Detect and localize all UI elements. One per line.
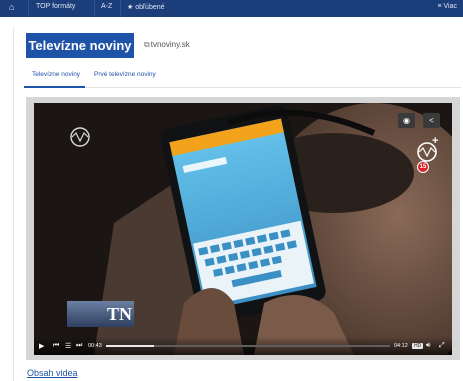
channel-logo: TN <box>67 301 134 327</box>
nav-item-a-z[interactable]: A-Z <box>101 3 112 10</box>
video-player[interactable]: ◉ < + 15 TN ▶ ⏮ ☰ ⏭ 00:43 04:12 HD 🔊︎ ⤢ <box>34 103 452 355</box>
show-tabs: Televízne noviny Prvé televízne noviny <box>24 67 461 88</box>
nav-divider <box>28 0 29 17</box>
fullscreen-icon[interactable]: ⤢ <box>439 342 445 350</box>
home-icon[interactable]: ⌂ <box>9 2 14 12</box>
active-tab-indicator <box>24 86 85 88</box>
player-controls-bar: ▶ ⏮ ☰ ⏭ 00:43 04:12 HD 🔊︎ ⤢ <box>34 337 452 355</box>
nav-item-oblubene[interactable]: ★ obľúbené <box>127 3 165 11</box>
nav-divider <box>120 0 121 17</box>
share-icon[interactable]: < <box>423 113 440 128</box>
external-link-icon: ⧉ <box>144 40 150 49</box>
playlist-icon[interactable]: ☰ <box>65 342 71 350</box>
eye-icon[interactable]: ◉ <box>398 113 415 128</box>
top-navigation-bar: ⌂ TOP formáty A-Z ★ obľúbené ≡ Viac <box>0 0 463 17</box>
current-time: 00:43 <box>88 343 102 349</box>
star-icon: ★ <box>127 4 134 11</box>
progress-bar[interactable] <box>106 345 390 347</box>
nav-more-menu[interactable]: ≡ Viac <box>437 3 457 10</box>
video-content-link[interactable]: Obsah videa <box>27 368 78 378</box>
next-icon[interactable]: ⏭ <box>76 342 82 350</box>
external-site-link[interactable]: ⧉tvnoviny.sk <box>144 40 190 50</box>
progress-fill <box>106 345 155 347</box>
add-to-favorites-plus-icon[interactable]: + <box>432 135 438 147</box>
tab-prve-televizne-noviny[interactable]: Prvé televízne noviny <box>94 71 156 78</box>
age-rating-badge: 15 <box>417 161 429 173</box>
nav-divider <box>94 0 95 17</box>
previous-icon[interactable]: ⏮ <box>53 342 59 350</box>
nav-item-oblubene-label: obľúbené <box>135 4 165 11</box>
quality-button[interactable]: HD <box>412 343 424 349</box>
play-icon[interactable]: ▶ <box>39 342 44 350</box>
nav-item-top-formaty[interactable]: TOP formáty <box>36 3 75 10</box>
show-title-badge[interactable]: Televízne noviny <box>26 33 134 58</box>
tab-televizne-noviny[interactable]: Televízne noviny <box>32 71 80 78</box>
duration-time: 04:12 <box>394 343 408 349</box>
volume-icon[interactable]: 🔊︎ <box>426 342 430 350</box>
external-site-link-label: tvnoviny.sk <box>150 40 190 49</box>
